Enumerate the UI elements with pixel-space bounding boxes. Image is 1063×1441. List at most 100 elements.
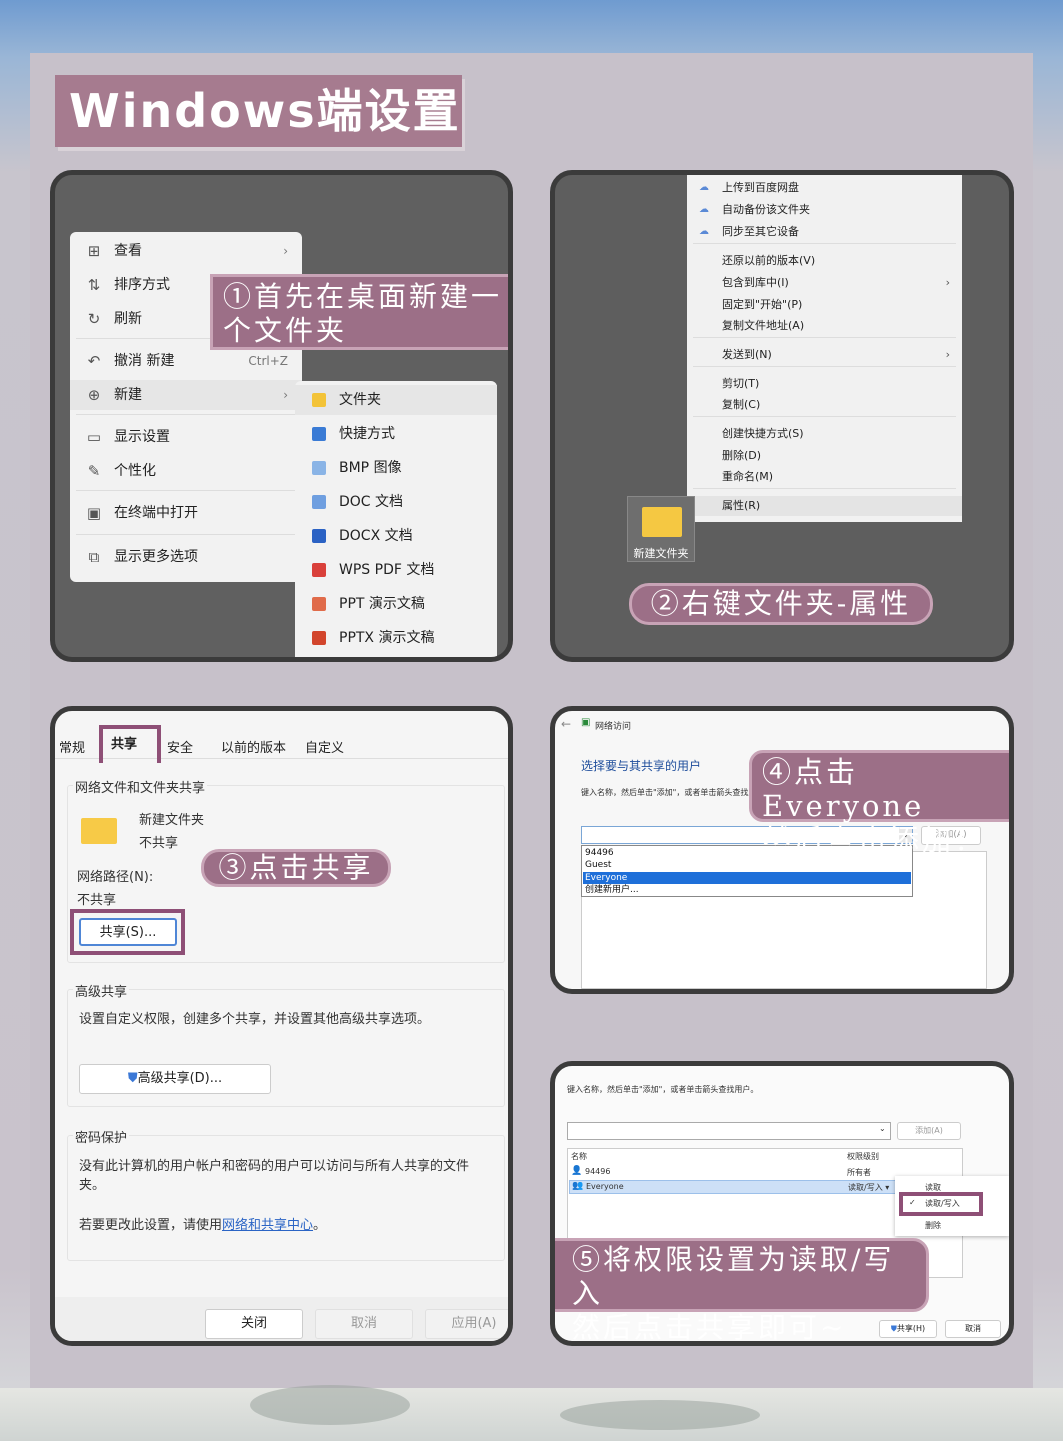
menu-item-accessory: ›: [283, 388, 288, 402]
panel-new-folder: ⊞ 查看 › ⇅ 排序方式 › ↻ 刷新 ↶ 撤消 新建 Ctrl+Z ⊕ 新建 › ▭ 显示设置 ✎ 个性化 ▣ 在…: [50, 170, 513, 662]
shield-icon: ⛊: [127, 1071, 138, 1086]
apply-button[interactable]: 应用(A): [425, 1309, 508, 1339]
step5-note: ⑤将权限设置为读取/写入 然后点击共享即可~: [555, 1238, 929, 1341]
submenu-arrow-icon: ›: [945, 348, 950, 361]
context-menu-label: 同步至其它设备: [722, 225, 799, 238]
context-menu-item[interactable]: 创建快捷方式(S): [687, 424, 962, 444]
undo-icon: ↶: [87, 352, 101, 370]
dialog-heading: 选择要与其共享的用户: [581, 759, 702, 773]
menu-separator: [693, 243, 956, 244]
context-menu-item[interactable]: ☁ 同步至其它设备: [687, 222, 962, 242]
context-menu-item[interactable]: 删除(D): [687, 446, 962, 466]
table-row[interactable]: 👥 Everyone 读取/写入 ▾: [569, 1180, 905, 1194]
context-menu-item[interactable]: 属性(R): [687, 496, 962, 516]
dropdown-item[interactable]: Guest: [583, 859, 911, 871]
tab-customize[interactable]: 自定义: [305, 737, 344, 756]
menu-item[interactable]: ▣ 在终端中打开: [70, 498, 302, 528]
menu-item[interactable]: ✎ 个性化: [70, 456, 302, 486]
submenu-item[interactable]: WPS PDF 文档: [295, 555, 497, 585]
tab-general[interactable]: 常规: [59, 737, 85, 756]
group-title: 网络文件和文件夹共享: [73, 777, 208, 796]
context-menu-label: 固定到"开始"(P): [722, 298, 803, 311]
submenu-item-label: DOC 文档: [339, 494, 404, 510]
name-input[interactable]: [567, 1122, 891, 1140]
grid-icon: ⊞: [87, 242, 101, 260]
page-title: Windows端设置: [55, 75, 462, 147]
dropdown-item[interactable]: 创建新用户...: [583, 884, 911, 896]
context-menu-item[interactable]: 复制(C): [687, 395, 962, 415]
cloud-icon: ☁: [699, 182, 709, 193]
dropdown-arrow-icon[interactable]: ⌄: [879, 1124, 886, 1133]
new-submenu: 文件夹快捷方式 BMP 图像 DOC 文档 DOCX 文档 WPS PDF 文档 PPT …: [295, 381, 497, 657]
context-menu-item[interactable]: ☁ 自动备份该文件夹: [687, 200, 962, 220]
step4-note-line: 然后点击添加！: [762, 823, 987, 857]
network-center-link[interactable]: 网络和共享中心: [222, 1218, 313, 1233]
context-menu-item[interactable]: 发送到(N) ›: [687, 345, 962, 365]
submenu-item-label: DOCX 文档: [339, 528, 413, 544]
step3-note: ③点击共享: [201, 849, 391, 887]
doc-icon: [309, 487, 329, 519]
cancel-button[interactable]: 取消: [945, 1320, 1001, 1338]
advanced-sharing-button[interactable]: ⛊高级共享(D)...: [79, 1064, 271, 1094]
menu-item-label: 排序方式: [114, 277, 170, 293]
context-menu-item[interactable]: 还原以前的版本(V): [687, 251, 962, 271]
menu-item[interactable]: ⊕ 新建 ›: [70, 380, 302, 410]
group-title: 密码保护: [73, 1127, 130, 1146]
submenu-item[interactable]: PPT 演示文稿: [295, 589, 497, 619]
add-button[interactable]: 添加(A): [897, 1122, 961, 1140]
context-menu-item[interactable]: 包含到库中(I) ›: [687, 273, 962, 293]
step4-note: ④点击Everyone 然后点击添加！: [749, 750, 1009, 857]
refresh-icon: ↻: [87, 310, 101, 328]
submenu-item[interactable]: 快捷方式: [295, 419, 497, 449]
background-tree: [560, 1400, 760, 1430]
context-menu-label: 上传到百度网盘: [722, 181, 799, 194]
context-menu-label: 删除(D): [722, 449, 762, 462]
context-menu-label: 自动备份该文件夹: [722, 203, 810, 216]
advanced-sharing-label: 高级共享(D)...: [137, 1071, 223, 1086]
menu-item[interactable]: ↶ 撤消 新建 Ctrl+Z: [70, 346, 302, 376]
hint-text: 若要更改此设置，请使用: [79, 1218, 223, 1233]
menu-item-delete[interactable]: 删除: [925, 1220, 941, 1231]
network-icon: ▣: [581, 717, 591, 728]
network-path-label: 网络路径(N):: [77, 870, 154, 885]
back-arrow-icon[interactable]: ←: [561, 717, 571, 731]
submenu-item-label: PPT 演示文稿: [339, 596, 425, 612]
submenu-item[interactable]: DOCX 文档: [295, 521, 497, 551]
context-menu-item[interactable]: 重命名(M): [687, 467, 962, 487]
close-button[interactable]: 关闭: [205, 1309, 303, 1339]
submenu-item[interactable]: DOC 文档: [295, 487, 497, 517]
context-menu-label: 包含到库中(I): [722, 276, 789, 289]
dropdown-item[interactable]: Everyone: [583, 871, 911, 884]
display-icon: ▭: [86, 428, 102, 446]
context-menu-item[interactable]: 固定到"开始"(P): [687, 295, 962, 315]
menu-item[interactable]: ▭ 显示设置: [70, 422, 302, 452]
context-menu-item[interactable]: 剪切(T): [687, 374, 962, 394]
column-permission: 权限级别: [847, 1152, 879, 1161]
folder-icon: [309, 385, 329, 417]
context-menu-label: 创建快捷方式(S): [722, 427, 804, 440]
user-name: 94496: [585, 1167, 611, 1176]
cancel-button[interactable]: 取消: [315, 1309, 413, 1339]
folder-context-menu: ☁ 上传到百度网盘 ☁ 自动备份该文件夹 ☁ 同步至其它设备 还原以前的版本(V) 包含到库中…: [687, 175, 962, 522]
submenu-item[interactable]: 文件夹: [295, 385, 497, 415]
share-button-label: 共享(H): [896, 1324, 926, 1333]
terminal-icon: ▣: [86, 504, 102, 522]
tab-security[interactable]: 安全: [167, 737, 193, 756]
menu-item[interactable]: ⧉ 显示更多选项: [70, 542, 302, 572]
tab-previous-versions[interactable]: 以前的版本: [221, 737, 286, 756]
password-protection-description: 没有此计算机的用户帐户和密码的用户可以访问与所有人共享的文件夹。: [79, 1159, 470, 1193]
brush-icon: ✎: [87, 462, 101, 480]
menu-separator: [693, 337, 956, 338]
submenu-item[interactable]: BMP 图像: [295, 453, 497, 483]
share-button[interactable]: ⛊共享(H): [879, 1320, 937, 1338]
permission-dropdown[interactable]: 读取/写入 ▾: [848, 1182, 889, 1193]
context-menu-item[interactable]: ☁ 上传到百度网盘: [687, 178, 962, 198]
share-button-highlight: [70, 909, 185, 955]
user-icon: 👤: [571, 1166, 583, 1176]
menu-item[interactable]: ⊞ 查看 ›: [70, 236, 302, 266]
column-name: 名称: [571, 1152, 587, 1161]
context-menu-item[interactable]: 复制文件地址(A): [687, 316, 962, 336]
context-menu-label: 复制(C): [722, 398, 761, 411]
desktop-folder[interactable]: 新建文件夹: [627, 496, 695, 562]
submenu-item[interactable]: PPTX 演示文稿: [295, 623, 497, 653]
